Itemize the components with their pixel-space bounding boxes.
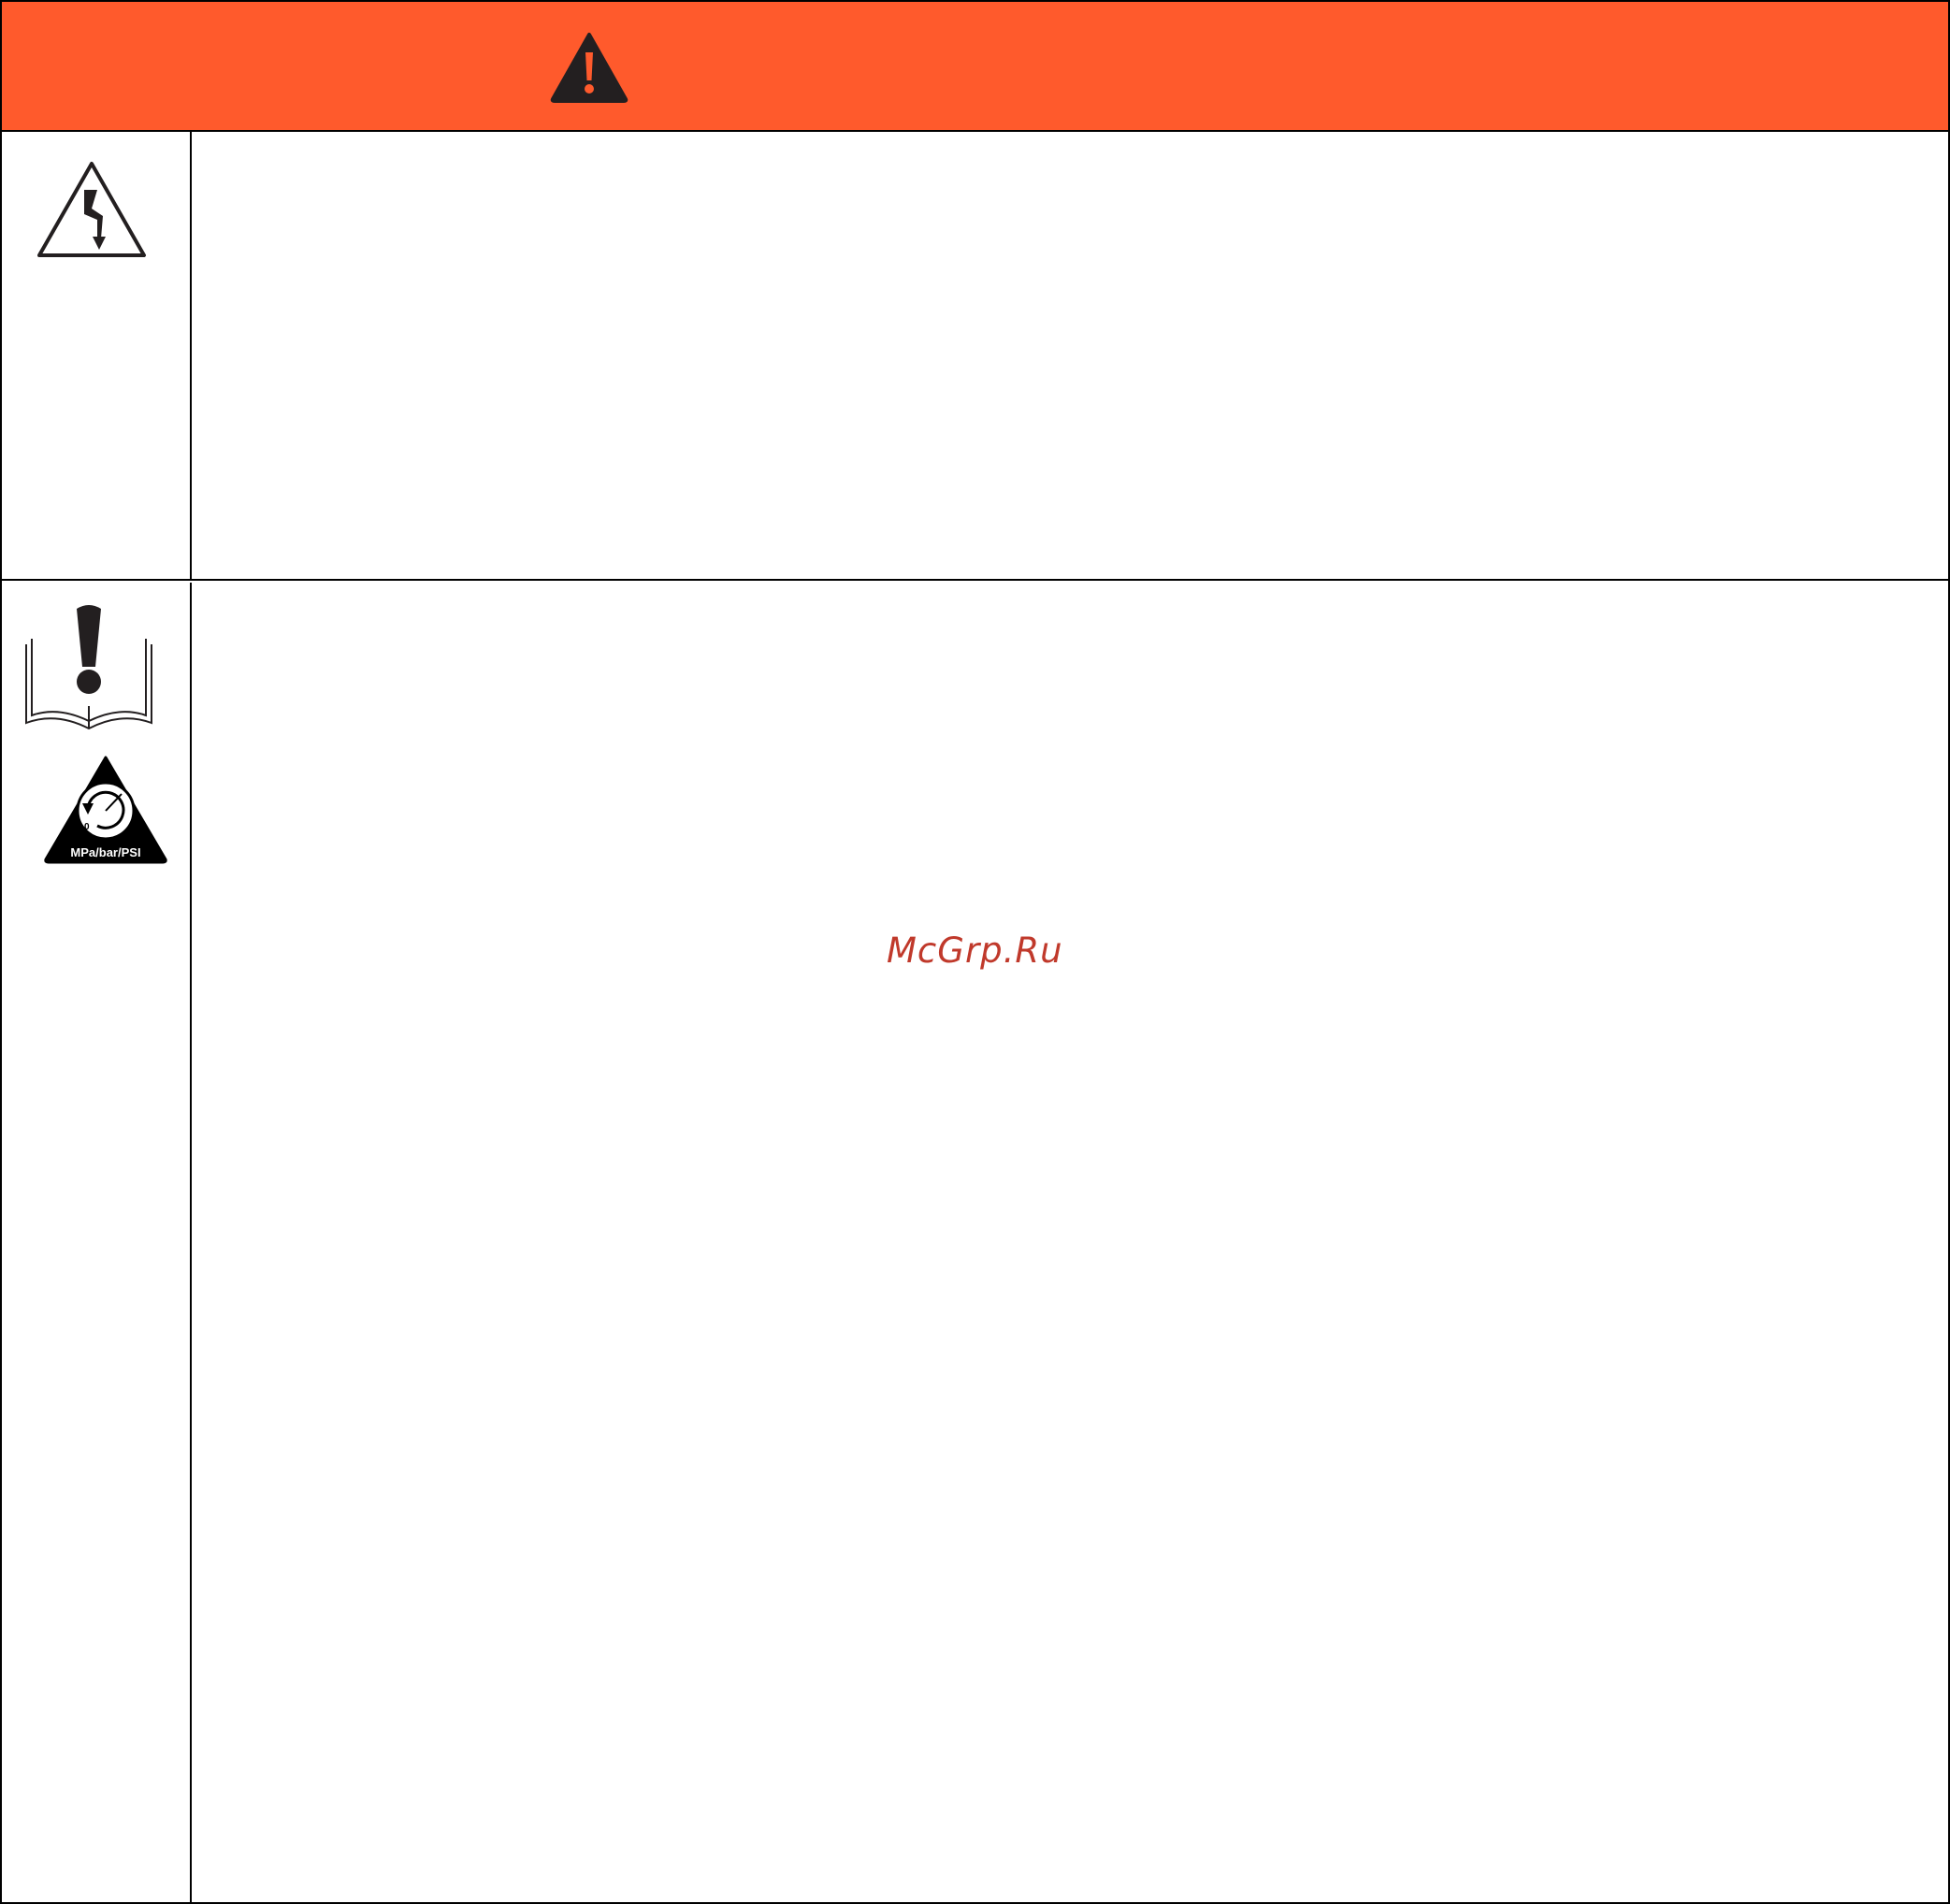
read-manual-icon [25, 605, 152, 730]
pressure-row: 0 MPa/bar/PSI [2, 583, 1948, 1902]
warning-triangle-icon [550, 33, 628, 103]
watermark: McGrp.Ru [887, 930, 1063, 971]
svg-text:0: 0 [84, 822, 90, 832]
pressure-units-label: MPa/bar/PSI [70, 845, 140, 859]
electric-text-cell [192, 132, 1948, 579]
pressure-relief-icon: 0 MPa/bar/PSI [44, 756, 167, 864]
electric-shock-icon [37, 162, 146, 257]
pressure-text-cell [192, 583, 1948, 1902]
electric-shock-row [2, 132, 1948, 581]
warning-header [2, 2, 1948, 132]
electric-icon-cell [2, 132, 192, 579]
pressure-icon-cell: 0 MPa/bar/PSI [2, 583, 192, 1902]
